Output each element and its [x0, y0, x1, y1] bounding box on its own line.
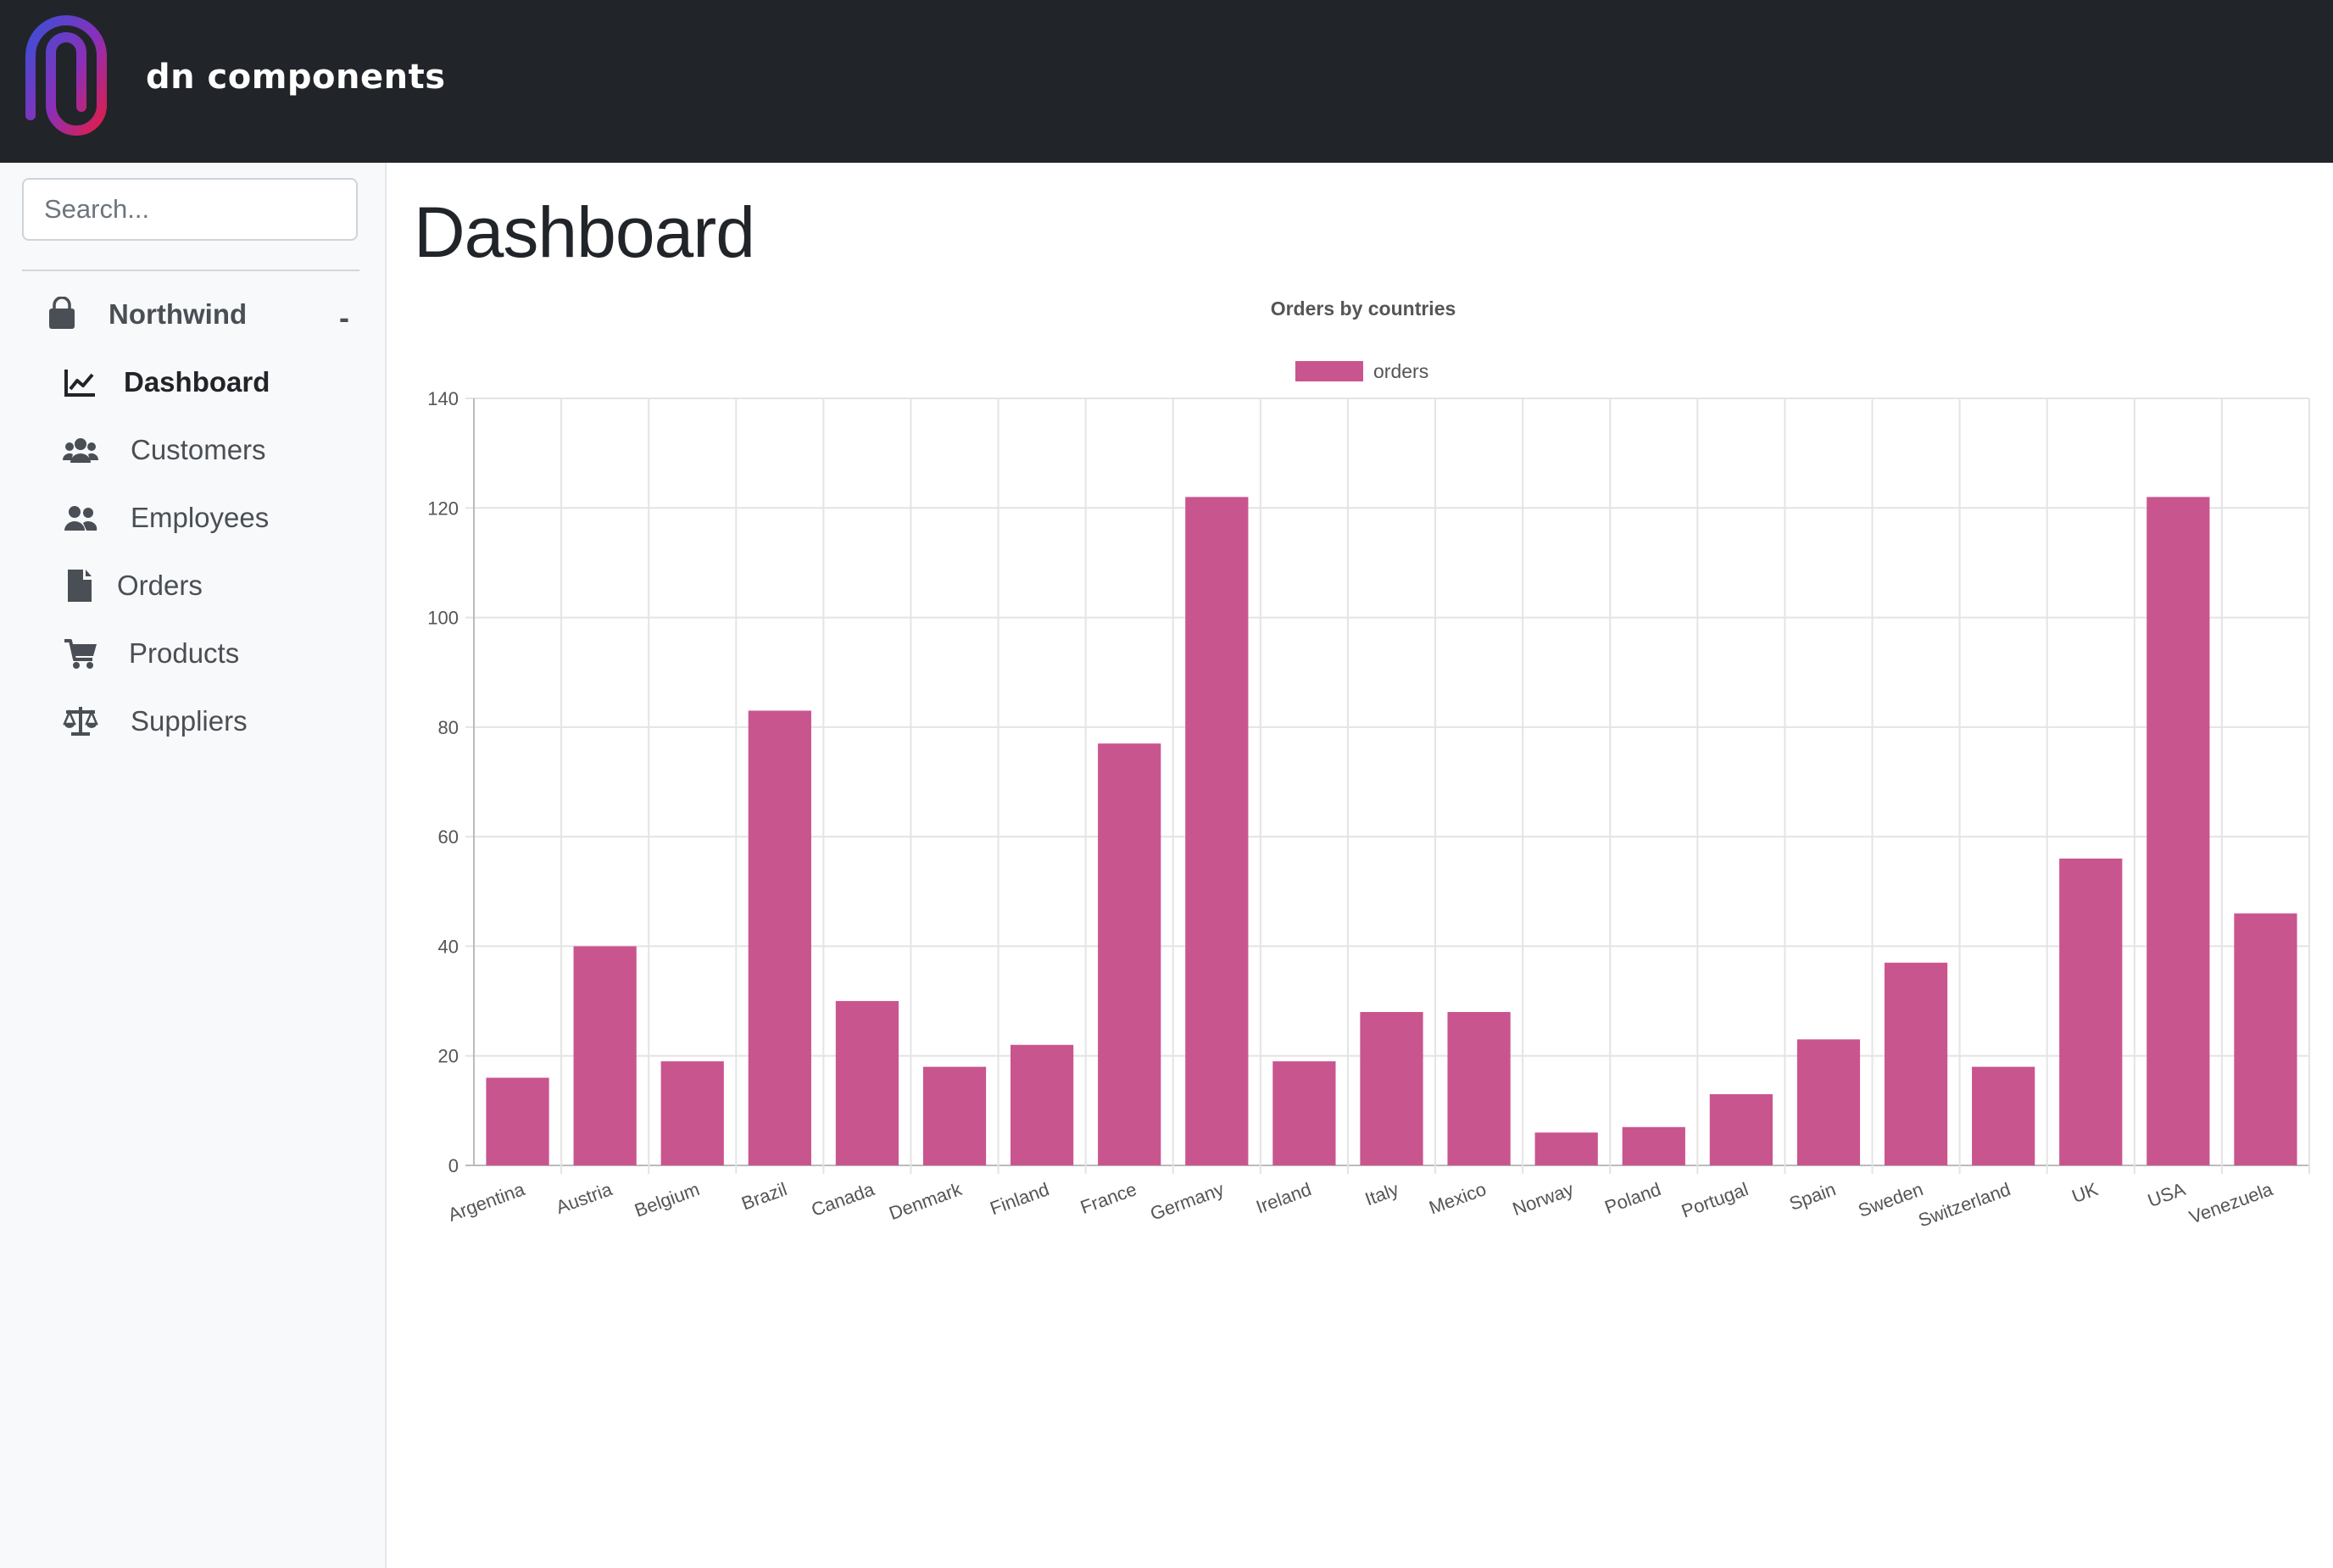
- x-tick-label: Norway: [1510, 1178, 1577, 1220]
- bar-mexico[interactable]: [1447, 1012, 1511, 1165]
- bar-venezuela[interactable]: [2234, 913, 2297, 1165]
- page-title: Dashboard: [414, 192, 755, 272]
- x-tick-label: Switzerland: [1915, 1178, 2013, 1231]
- x-tick-label: Brazil: [738, 1178, 789, 1214]
- x-tick-label: USA: [2145, 1178, 2188, 1211]
- x-tick-label: Canada: [809, 1178, 878, 1220]
- bar-poland[interactable]: [1622, 1126, 1685, 1165]
- x-tick-label: Portugal: [1679, 1178, 1751, 1222]
- x-tick-label: Denmark: [886, 1178, 965, 1224]
- bar-canada[interactable]: [835, 1001, 899, 1165]
- top-navbar: dn components: [0, 0, 2333, 163]
- bar-ireland[interactable]: [1272, 1061, 1336, 1165]
- shopping-bag-icon: [49, 297, 75, 329]
- sidebar-item-dashboard[interactable]: Dashboard: [63, 364, 270, 400]
- x-tick-label: Argentina: [445, 1178, 528, 1226]
- user-friends-icon: [64, 506, 97, 531]
- sidebar-group-label: Northwind: [109, 298, 248, 330]
- chart-title: Orders by countries: [1271, 297, 1456, 320]
- y-tick-label: 20: [438, 1046, 459, 1067]
- bar-switzerland[interactable]: [1972, 1066, 2035, 1165]
- chart-line-icon: [64, 370, 95, 397]
- sidebar-group-northwind[interactable]: Northwind: [44, 297, 247, 332]
- bar-finland[interactable]: [1011, 1044, 1074, 1165]
- x-tick-label: Belgium: [632, 1178, 702, 1221]
- bar-france[interactable]: [1098, 743, 1161, 1165]
- sidebar-item-label: Dashboard: [124, 366, 270, 398]
- bar-argentina[interactable]: [486, 1077, 549, 1165]
- x-tick-label: Ireland: [1253, 1178, 1314, 1218]
- users-icon: [63, 438, 98, 463]
- bar-norway[interactable]: [1534, 1132, 1598, 1165]
- bar-brazil[interactable]: [748, 710, 811, 1165]
- y-tick-label: 80: [438, 717, 459, 738]
- y-tick-label: 140: [427, 388, 459, 409]
- shopping-cart-icon: [64, 639, 97, 669]
- bar-sweden[interactable]: [1884, 962, 1948, 1165]
- sidebar-item-label: Employees: [131, 502, 270, 533]
- sidebar-item-employees[interactable]: Employees: [63, 500, 269, 536]
- sidebar-item-products[interactable]: Products: [63, 636, 239, 671]
- file-icon: [68, 570, 92, 602]
- legend-swatch[interactable]: [1295, 361, 1363, 381]
- orders-by-countries-chart: Orders by countries orders 0 20 40 60 80 100 1…: [407, 288, 2333, 1263]
- x-tick-label: Finland: [987, 1178, 1051, 1219]
- sidebar: Northwind - Dashboard Customers Employee…: [0, 163, 387, 1568]
- sidebar-item-label: Customers: [131, 434, 266, 465]
- x-tick-label: UK: [2069, 1178, 2102, 1207]
- y-tick-label: 0: [448, 1155, 459, 1176]
- sidebar-item-orders[interactable]: Orders: [63, 568, 203, 603]
- sidebar-item-suppliers[interactable]: Suppliers: [63, 703, 248, 739]
- sidebar-item-customers[interactable]: Customers: [63, 432, 266, 468]
- x-tick-label: Mexico: [1426, 1178, 1489, 1218]
- sidebar-item-label: Orders: [117, 570, 203, 601]
- x-tick-label: Germany: [1147, 1178, 1227, 1224]
- bar-denmark[interactable]: [922, 1066, 987, 1165]
- brand-logo-icon[interactable]: [22, 12, 110, 142]
- bar-usa[interactable]: [2146, 497, 2210, 1165]
- sidebar-item-label: Products: [129, 637, 240, 669]
- x-tick-label: Sweden: [1856, 1178, 1926, 1221]
- y-tick-label: 40: [438, 936, 459, 957]
- y-tick-label: 100: [427, 608, 459, 629]
- chart-svg: Orders by countries orders 0 20 40 60 80 100 1…: [427, 297, 2310, 1232]
- bar-belgium[interactable]: [660, 1061, 724, 1165]
- x-tick-label: Poland: [1602, 1178, 1664, 1218]
- balance-scale-icon: [63, 707, 98, 736]
- bar-austria[interactable]: [573, 946, 637, 1165]
- brand-name[interactable]: dn components: [146, 58, 446, 97]
- x-tick-label: Italy: [1362, 1178, 1401, 1209]
- search-input[interactable]: [22, 178, 358, 241]
- x-tick-label: Spain: [1786, 1178, 1838, 1215]
- bar-germany[interactable]: [1185, 497, 1249, 1165]
- x-tick-label: France: [1077, 1178, 1139, 1218]
- bar-italy[interactable]: [1360, 1012, 1423, 1165]
- x-tick-label: Venezuela: [2186, 1178, 2276, 1228]
- y-tick-label: 60: [438, 826, 459, 848]
- bar-spain[interactable]: [1796, 1039, 1861, 1165]
- legend-label[interactable]: orders: [1373, 360, 1428, 382]
- sidebar-item-label: Suppliers: [131, 705, 248, 737]
- x-tick-label: Austria: [553, 1178, 615, 1218]
- bar-uk[interactable]: [2059, 859, 2123, 1165]
- bar-portugal[interactable]: [1709, 1093, 1773, 1165]
- sidebar-divider: [22, 270, 359, 271]
- collapse-toggle[interactable]: -: [339, 300, 349, 336]
- y-tick-label: 120: [427, 498, 459, 519]
